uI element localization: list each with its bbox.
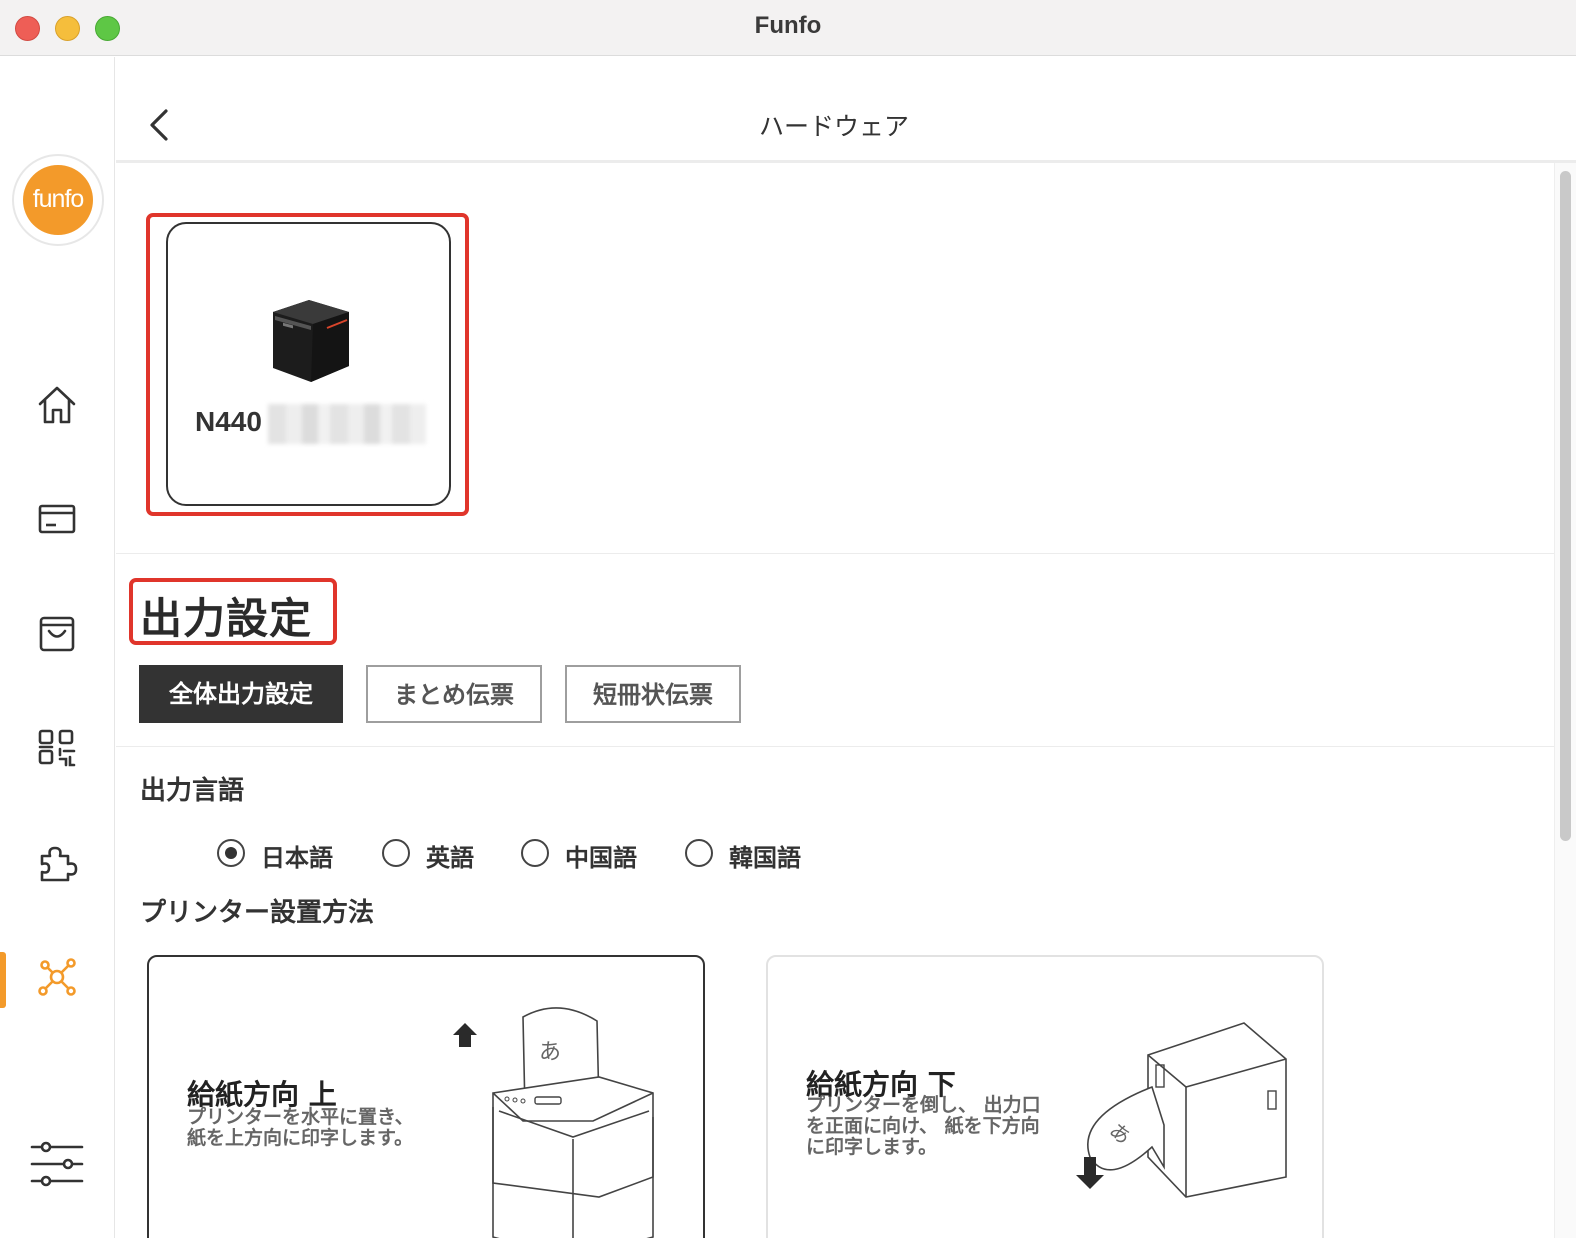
feed-up-desc-line: プリンターを水平に置き、 <box>187 1106 414 1128</box>
printer-installation-heading: プリンター設置方法 <box>140 898 375 928</box>
shopping-bag-icon[interactable] <box>34 610 80 656</box>
feed-down-desc-line: に印字します。 <box>806 1136 938 1158</box>
radio-circle[interactable] <box>217 839 245 867</box>
svg-text:あ: あ <box>539 1040 561 1065</box>
sliders-icon[interactable] <box>30 1137 84 1191</box>
feed-down-desc-line: を正面に向け、 紙を下方向 <box>806 1115 1040 1137</box>
app-logo[interactable]: funfo <box>12 154 104 246</box>
section-divider <box>116 553 1554 554</box>
window-title: Funfo <box>754 12 822 39</box>
feed-down-description: プリンターを倒し、 出力口 を正面に向け、 紙を下方向 に印字します。 <box>806 1095 1041 1158</box>
feed-direction-up-card[interactable]: 給紙方向 上 プリンターを水平に置き、 紙を上方向に印字します。 あ <box>147 955 705 1238</box>
qr-code-icon[interactable] <box>34 725 80 771</box>
section-divider <box>116 746 1554 747</box>
home-icon[interactable] <box>34 382 80 428</box>
active-nav-indicator <box>0 952 6 1008</box>
radio-label: 英語 <box>426 844 474 872</box>
printer-feed-down-illustration: あ <box>1076 1022 1287 1198</box>
printer-device-card[interactable]: N440 <box>166 222 451 506</box>
radio-selected-dot <box>225 847 237 859</box>
printer-feed-up-illustration: あ <box>453 1007 654 1238</box>
card-icon[interactable] <box>34 496 80 542</box>
feed-up-desc-line: 紙を上方向に印字します。 <box>187 1127 414 1149</box>
arrow-up-icon <box>453 1023 477 1047</box>
device-name: N440 <box>195 406 262 437</box>
sidebar: funfo <box>0 57 115 1238</box>
feed-up-description: プリンターを水平に置き、 紙を上方向に印字します。 <box>187 1107 414 1149</box>
radio-label: 韓国語 <box>729 844 801 872</box>
main-content: ハードウェア N440 出力設定 全体出力設定 まとめ伝票 短冊状伝票 出力言語… <box>116 57 1576 1238</box>
page-title: ハードウェア <box>758 112 909 141</box>
radio-circle[interactable] <box>685 839 713 867</box>
header-divider <box>116 160 1576 163</box>
receipt-printer-image <box>273 300 349 382</box>
hardware-network-icon[interactable] <box>34 954 80 1000</box>
tab-summary-slip[interactable]: まとめ伝票 <box>366 665 542 723</box>
radio-circle[interactable] <box>382 839 410 867</box>
scrollbar-thumb[interactable] <box>1560 171 1571 841</box>
logo-text: funfo <box>23 165 93 235</box>
tab-overall-output[interactable]: 全体出力設定 <box>139 665 343 723</box>
device-name-redaction <box>268 404 426 444</box>
output-settings-heading: 出力設定 <box>140 594 313 643</box>
radio-label: 中国語 <box>565 844 637 872</box>
radio-circle[interactable] <box>521 839 549 867</box>
radio-label: 日本語 <box>261 844 333 872</box>
output-language-heading: 出力言語 <box>140 776 245 806</box>
feed-down-desc-line: プリンターを倒し、 出力口 <box>806 1094 1041 1116</box>
window-titlebar: Funfo <box>0 0 1576 56</box>
feed-direction-down-card[interactable]: 給紙方向 下 プリンターを倒し、 出力口 を正面に向け、 紙を下方向 に印字しま… <box>766 955 1324 1238</box>
tab-strip-slip[interactable]: 短冊状伝票 <box>565 665 741 723</box>
puzzle-icon[interactable] <box>34 840 80 886</box>
